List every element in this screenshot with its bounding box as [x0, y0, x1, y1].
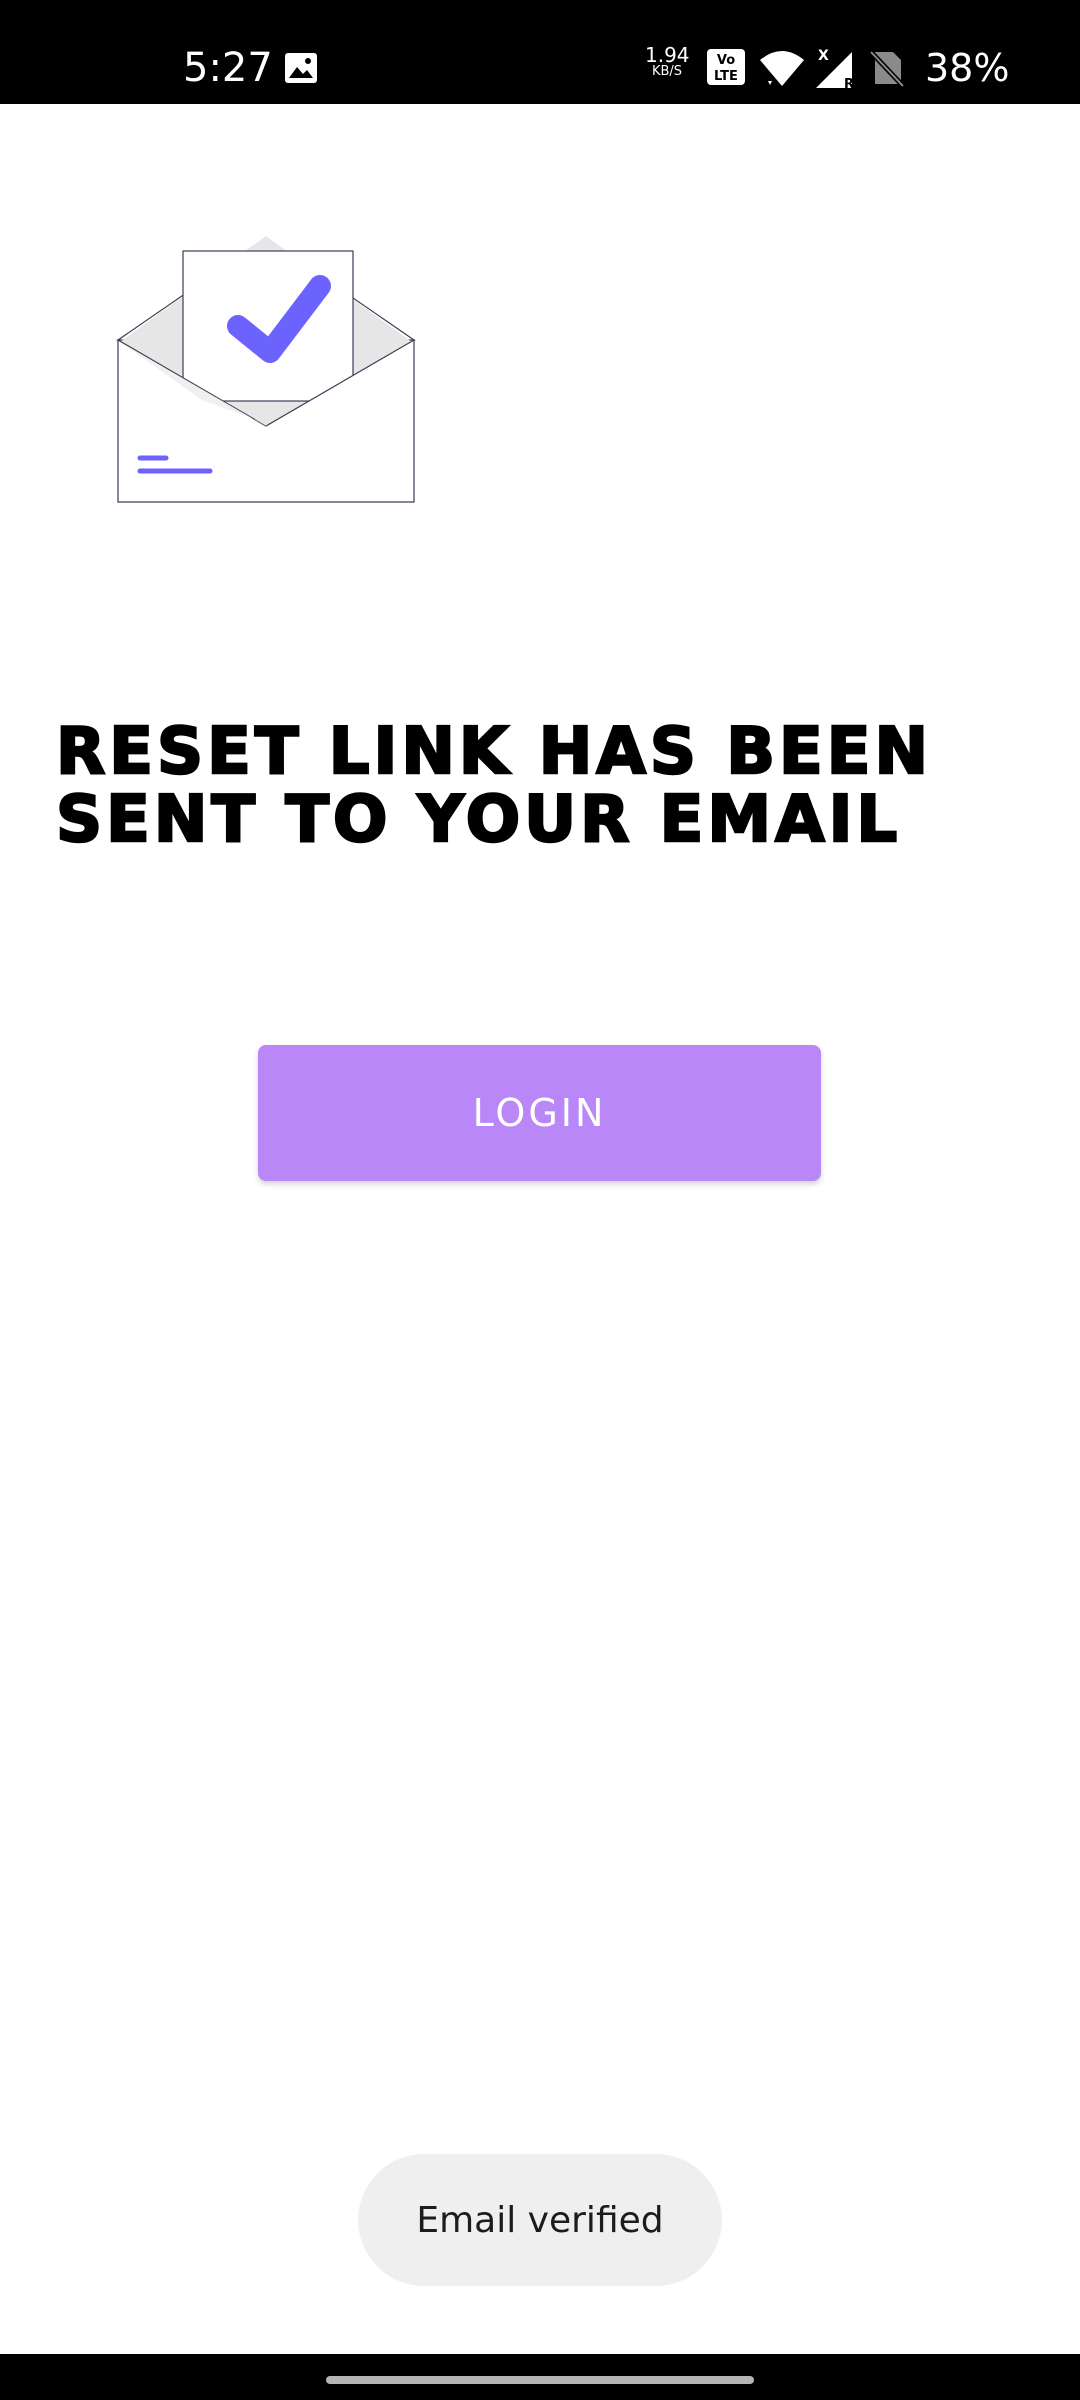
- gesture-handle[interactable]: [326, 2376, 754, 2384]
- login-button[interactable]: LOGIN: [258, 1045, 821, 1181]
- network-speed: 1.94 KB/S: [645, 45, 690, 80]
- gallery-icon: [285, 53, 317, 83]
- svg-text:Vo: Vo: [717, 53, 735, 68]
- screen: 5:27 1.94 KB/S Vo LTE X R 38% RESET LINK…: [0, 0, 1080, 2400]
- status-time: 5:27: [183, 45, 273, 91]
- no-sim-icon: [869, 50, 905, 88]
- battery-level: 38%: [925, 46, 1010, 90]
- signal-icon: X R: [816, 48, 854, 90]
- page-title: RESET LINK HAS BEEN SENT TO YOUR EMAIL: [55, 715, 933, 857]
- envelope-check-icon: [116, 236, 416, 503]
- volte-icon: Vo LTE: [707, 49, 745, 85]
- status-bar: 5:27 1.94 KB/S Vo LTE X R 38%: [0, 0, 1080, 104]
- svg-text:X: X: [818, 48, 829, 64]
- wifi-icon: [760, 51, 804, 86]
- svg-text:R: R: [844, 77, 854, 90]
- svg-text:LTE: LTE: [714, 69, 738, 84]
- toast-message: Email verified: [358, 2154, 722, 2286]
